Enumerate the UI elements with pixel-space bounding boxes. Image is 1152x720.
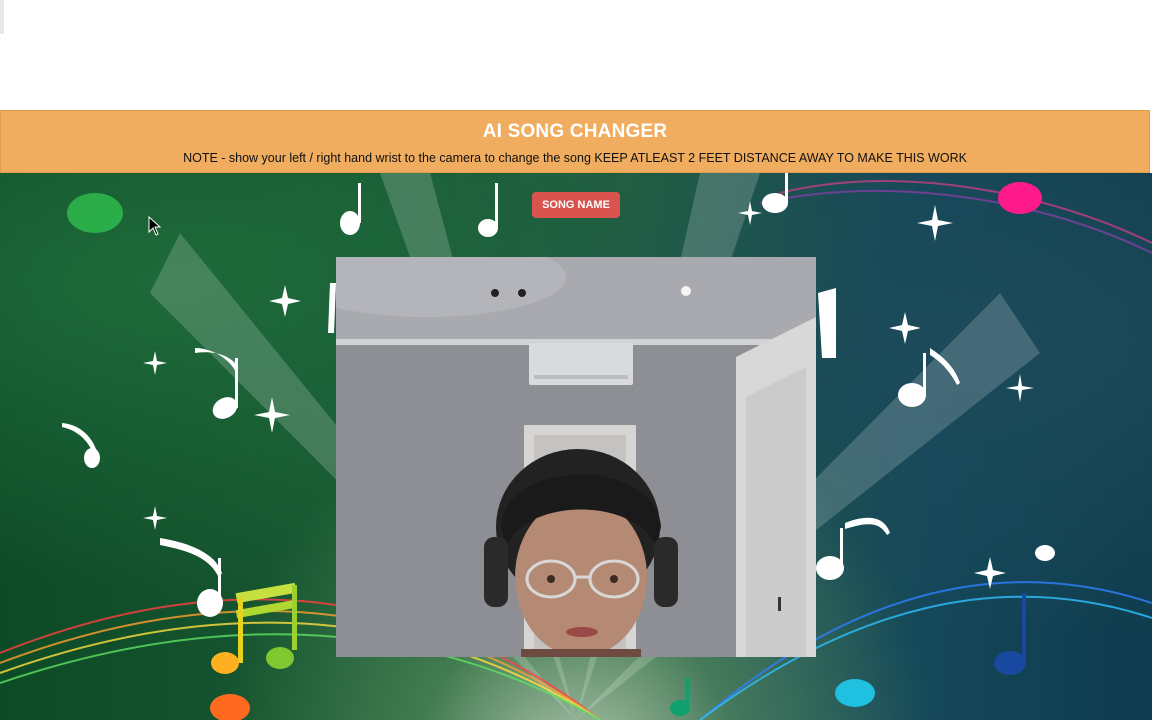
- camera-frame: [336, 257, 816, 657]
- header-banner: AI SONG CHANGER NOTE - show your left / …: [0, 110, 1150, 173]
- left-edge-marker: [0, 0, 4, 34]
- mouse-pointer-icon: [148, 216, 162, 236]
- song-name-button[interactable]: SONG NAME: [532, 192, 620, 218]
- camera-feed: [336, 257, 816, 657]
- page-top-blank: [0, 0, 1152, 110]
- page-title: AI SONG CHANGER: [482, 121, 668, 142]
- instruction-note: NOTE - show your left / right hand wrist…: [183, 151, 967, 165]
